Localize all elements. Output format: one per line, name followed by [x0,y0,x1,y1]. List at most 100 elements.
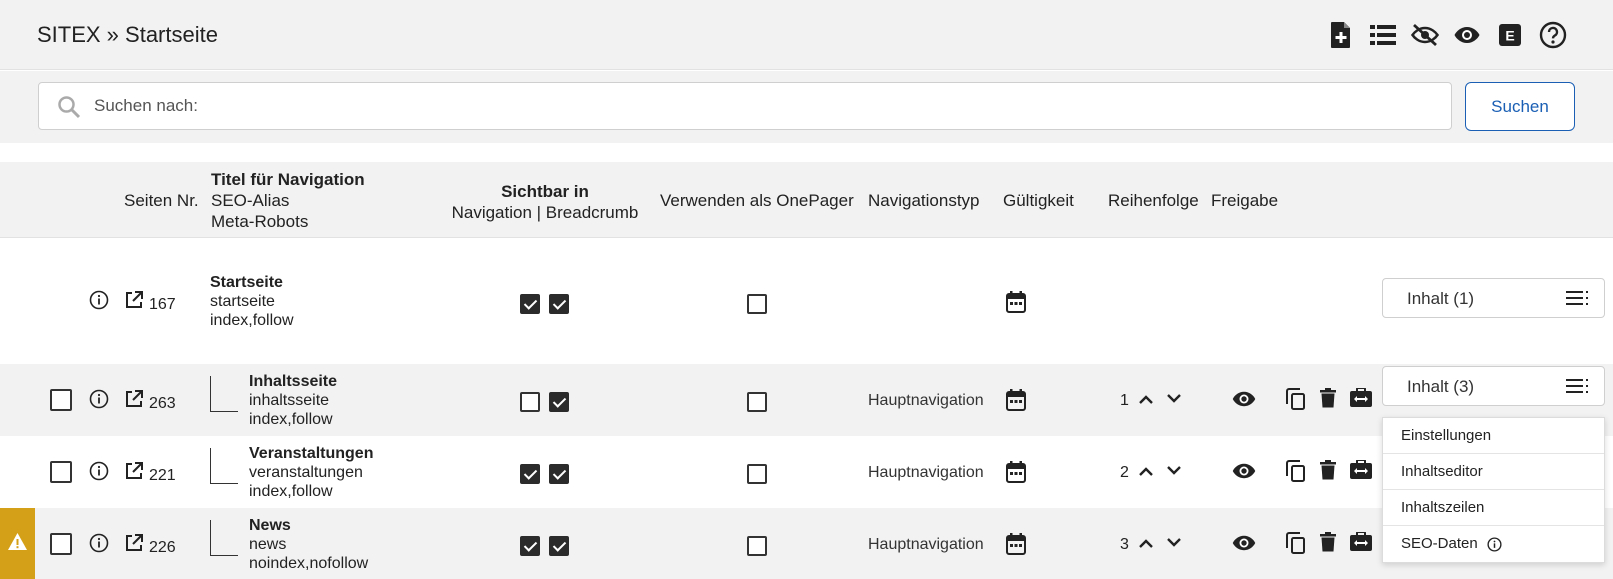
chevron-down-icon[interactable] [1166,537,1182,549]
list-icon[interactable] [1368,20,1398,50]
onepager-checkbox[interactable] [747,464,767,484]
inhalt-button-label: Inhalt (3) [1407,377,1475,396]
header-seo-alias: SEO-Alias [211,191,290,210]
nav-visible-checkbox[interactable] [520,464,540,484]
table-row: 221 Veranstaltungen veranstaltungen inde… [0,436,1613,508]
info-icon[interactable] [1487,537,1502,552]
nav-visible-checkbox[interactable] [520,536,540,556]
header-title: Titel für Navigation [211,170,365,189]
row-select-checkbox[interactable] [50,533,72,555]
external-link-icon[interactable] [124,389,144,409]
search-icon [57,95,81,119]
page-nr: 226 [149,539,176,556]
help-icon[interactable] [1538,20,1568,50]
eye-icon[interactable] [1231,534,1257,552]
external-link-icon[interactable] [124,533,144,553]
page-meta-robots: noindex,nofollow [249,555,369,572]
chevron-up-icon[interactable] [1138,393,1154,405]
nav-visible-checkbox[interactable] [520,392,540,412]
table-header: Seiten Nr. Titel für Navigation SEO-Alia… [0,162,1613,238]
chevron-up-icon[interactable] [1138,537,1154,549]
header-page-nr: Seiten Nr. [124,191,199,210]
menu-item-seo-daten[interactable]: SEO-Daten [1383,526,1604,562]
eye-icon[interactable] [1231,390,1257,408]
breadcrumb-visible-checkbox[interactable] [549,294,569,314]
warning-icon [7,532,28,551]
onepager-checkbox[interactable] [747,392,767,412]
info-icon[interactable] [89,290,109,310]
header-visible: Sichtbar in [501,182,589,201]
copy-icon[interactable] [1286,388,1306,410]
page-nr: 167 [149,296,176,313]
info-icon[interactable] [89,389,109,409]
svg-text:E: E [1505,28,1514,44]
page-meta-robots: index,follow [210,312,294,329]
add-page-icon[interactable] [1326,20,1356,50]
move-icon[interactable] [1350,388,1372,408]
header-meta-robots: Meta-Robots [211,212,309,231]
header-release: Freigabe [1211,191,1279,210]
chevron-down-icon[interactable] [1166,465,1182,477]
warning-indicator[interactable] [0,508,35,579]
page-nr: 263 [149,395,176,412]
trash-icon[interactable] [1320,460,1336,480]
inhalt-button[interactable]: Inhalt (1) [1382,278,1605,318]
breadcrumb-visible-checkbox[interactable] [549,464,569,484]
page-title-block: Veranstaltungen veranstaltungen index,fo… [249,444,373,501]
header-navtype: Navigationstyp [868,191,980,210]
page-nav-title: News [249,517,291,534]
breadcrumb: SITEX » Startseite [37,22,218,47]
e-icon[interactable]: E [1495,20,1525,50]
menu-item-einstellungen[interactable]: Einstellungen [1383,418,1604,454]
chevron-down-icon[interactable] [1166,393,1182,405]
header-order: Reihenfolge [1108,191,1199,210]
navigation-type: Hauptnavigation [868,536,984,553]
page-title-block: News news noindex,nofollow [249,516,368,573]
page-nav-title: Inhaltsseite [249,373,338,390]
calendar-icon[interactable] [1006,389,1026,411]
nav-visible-checkbox[interactable] [520,294,540,314]
external-link-icon[interactable] [124,290,144,310]
order-number: 1 [1120,392,1129,409]
inhalt-button[interactable]: Inhalt (3) [1382,366,1605,406]
header-onepager: Verwenden als OnePager [660,191,854,210]
order-number: 3 [1120,536,1129,553]
trash-icon[interactable] [1320,388,1336,408]
trash-icon[interactable] [1320,532,1336,552]
breadcrumb-visible-checkbox[interactable] [549,536,569,556]
move-icon[interactable] [1350,460,1372,480]
calendar-icon[interactable] [1006,461,1026,483]
chevron-up-icon[interactable] [1138,465,1154,477]
row-select-checkbox[interactable] [50,461,72,483]
info-icon[interactable] [89,533,109,553]
row-select-checkbox[interactable] [50,389,72,411]
search-button[interactable]: Suchen [1465,82,1575,131]
page-nav-title: Startseite [210,274,283,291]
onepager-checkbox[interactable] [747,536,767,556]
page-nav-title: Veranstaltungen [249,445,374,462]
menu-item-inhaltseditor[interactable]: Inhaltseditor [1383,454,1604,490]
breadcrumb-visible-checkbox[interactable] [549,392,569,412]
table-row: 263 Inhaltsseite inhaltsseite index,foll… [0,364,1613,436]
calendar-icon[interactable] [1006,533,1026,555]
move-icon[interactable] [1350,532,1372,552]
search-input[interactable] [94,91,1424,121]
external-link-icon[interactable] [124,461,144,481]
menu-item-inhaltszeilen[interactable]: Inhaltszeilen [1383,490,1604,526]
navigation-type: Hauptnavigation [868,392,984,409]
copy-icon[interactable] [1286,460,1306,482]
onepager-checkbox[interactable] [747,294,767,314]
eye-icon[interactable] [1231,462,1257,480]
eye-off-icon[interactable] [1410,20,1440,50]
navigation-type: Hauptnavigation [868,464,984,481]
page-seo-alias: veranstaltungen [249,464,363,481]
info-icon[interactable] [89,461,109,481]
calendar-icon[interactable] [1006,291,1026,313]
tree-connector [210,448,238,484]
eye-icon[interactable] [1452,20,1482,50]
page-seo-alias: inhaltsseite [249,392,330,409]
copy-icon[interactable] [1286,532,1306,554]
inhalt-button-label: Inhalt (1) [1407,289,1475,308]
page-meta-robots: index,follow [249,483,333,500]
menu-list-icon [1566,290,1590,306]
